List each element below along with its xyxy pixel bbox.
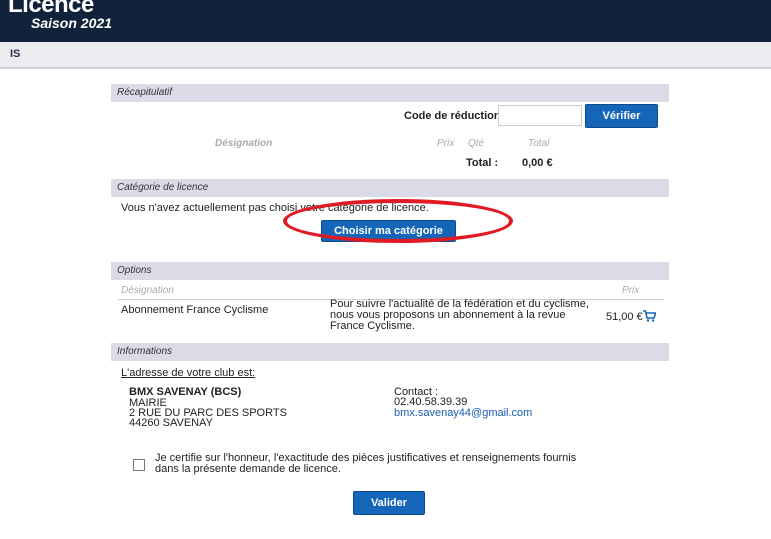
- nav-bar: IS: [0, 42, 771, 69]
- section-title-category: Catégorie de licence: [117, 182, 209, 193]
- club-address-heading: L'adresse de votre club est:: [121, 367, 256, 379]
- column-header-total: Total: [528, 138, 550, 149]
- section-header-options: Options: [111, 262, 669, 280]
- options-column-designation: Désignation: [121, 285, 174, 296]
- section-header-recap: Récapitulatif: [111, 84, 669, 102]
- section-title-options: Options: [117, 265, 152, 276]
- season-label: Saison 2021: [31, 15, 112, 31]
- total-label: Total :: [466, 157, 499, 169]
- section-header-info: Informations: [111, 343, 669, 361]
- cart-icon[interactable]: [643, 310, 656, 322]
- section-header-category: Catégorie de licence: [111, 179, 669, 197]
- contact-email-link[interactable]: bmx.savenay44@gmail.com: [394, 407, 532, 419]
- option-name: Abonnement France Cyclisme: [121, 304, 269, 316]
- total-value: 0,00 €: [522, 157, 553, 169]
- option-description: Pour suivre l'actualité de la fédération…: [330, 298, 589, 332]
- promo-code-label: Code de réduction :: [404, 110, 508, 122]
- options-column-price: Prix: [622, 285, 640, 296]
- column-header-price: Prix: [437, 138, 455, 149]
- choose-category-button[interactable]: Choisir ma catégorie: [321, 220, 456, 242]
- section-title-info: Informations: [117, 346, 173, 357]
- top-banner: Licence Saison 2021: [0, 0, 771, 42]
- nav-item[interactable]: IS: [10, 48, 20, 60]
- promo-code-input[interactable]: [498, 105, 582, 126]
- certify-checkbox[interactable]: [133, 459, 145, 471]
- column-header-designation: Désignation: [215, 138, 273, 149]
- club-address-line3: 44260 SAVENAY: [129, 417, 213, 429]
- verify-button[interactable]: Vérifier: [585, 104, 658, 128]
- category-message: Vous n'avez actuellement pas choisi votr…: [121, 202, 429, 214]
- certify-text: Je certifie sur l'honneur, l'exactitude …: [155, 452, 577, 475]
- validate-button[interactable]: Valider: [353, 491, 425, 515]
- option-price: 51,00 €: [606, 311, 643, 323]
- section-title-recap: Récapitulatif: [117, 87, 173, 98]
- column-header-qty: Qté: [468, 138, 485, 149]
